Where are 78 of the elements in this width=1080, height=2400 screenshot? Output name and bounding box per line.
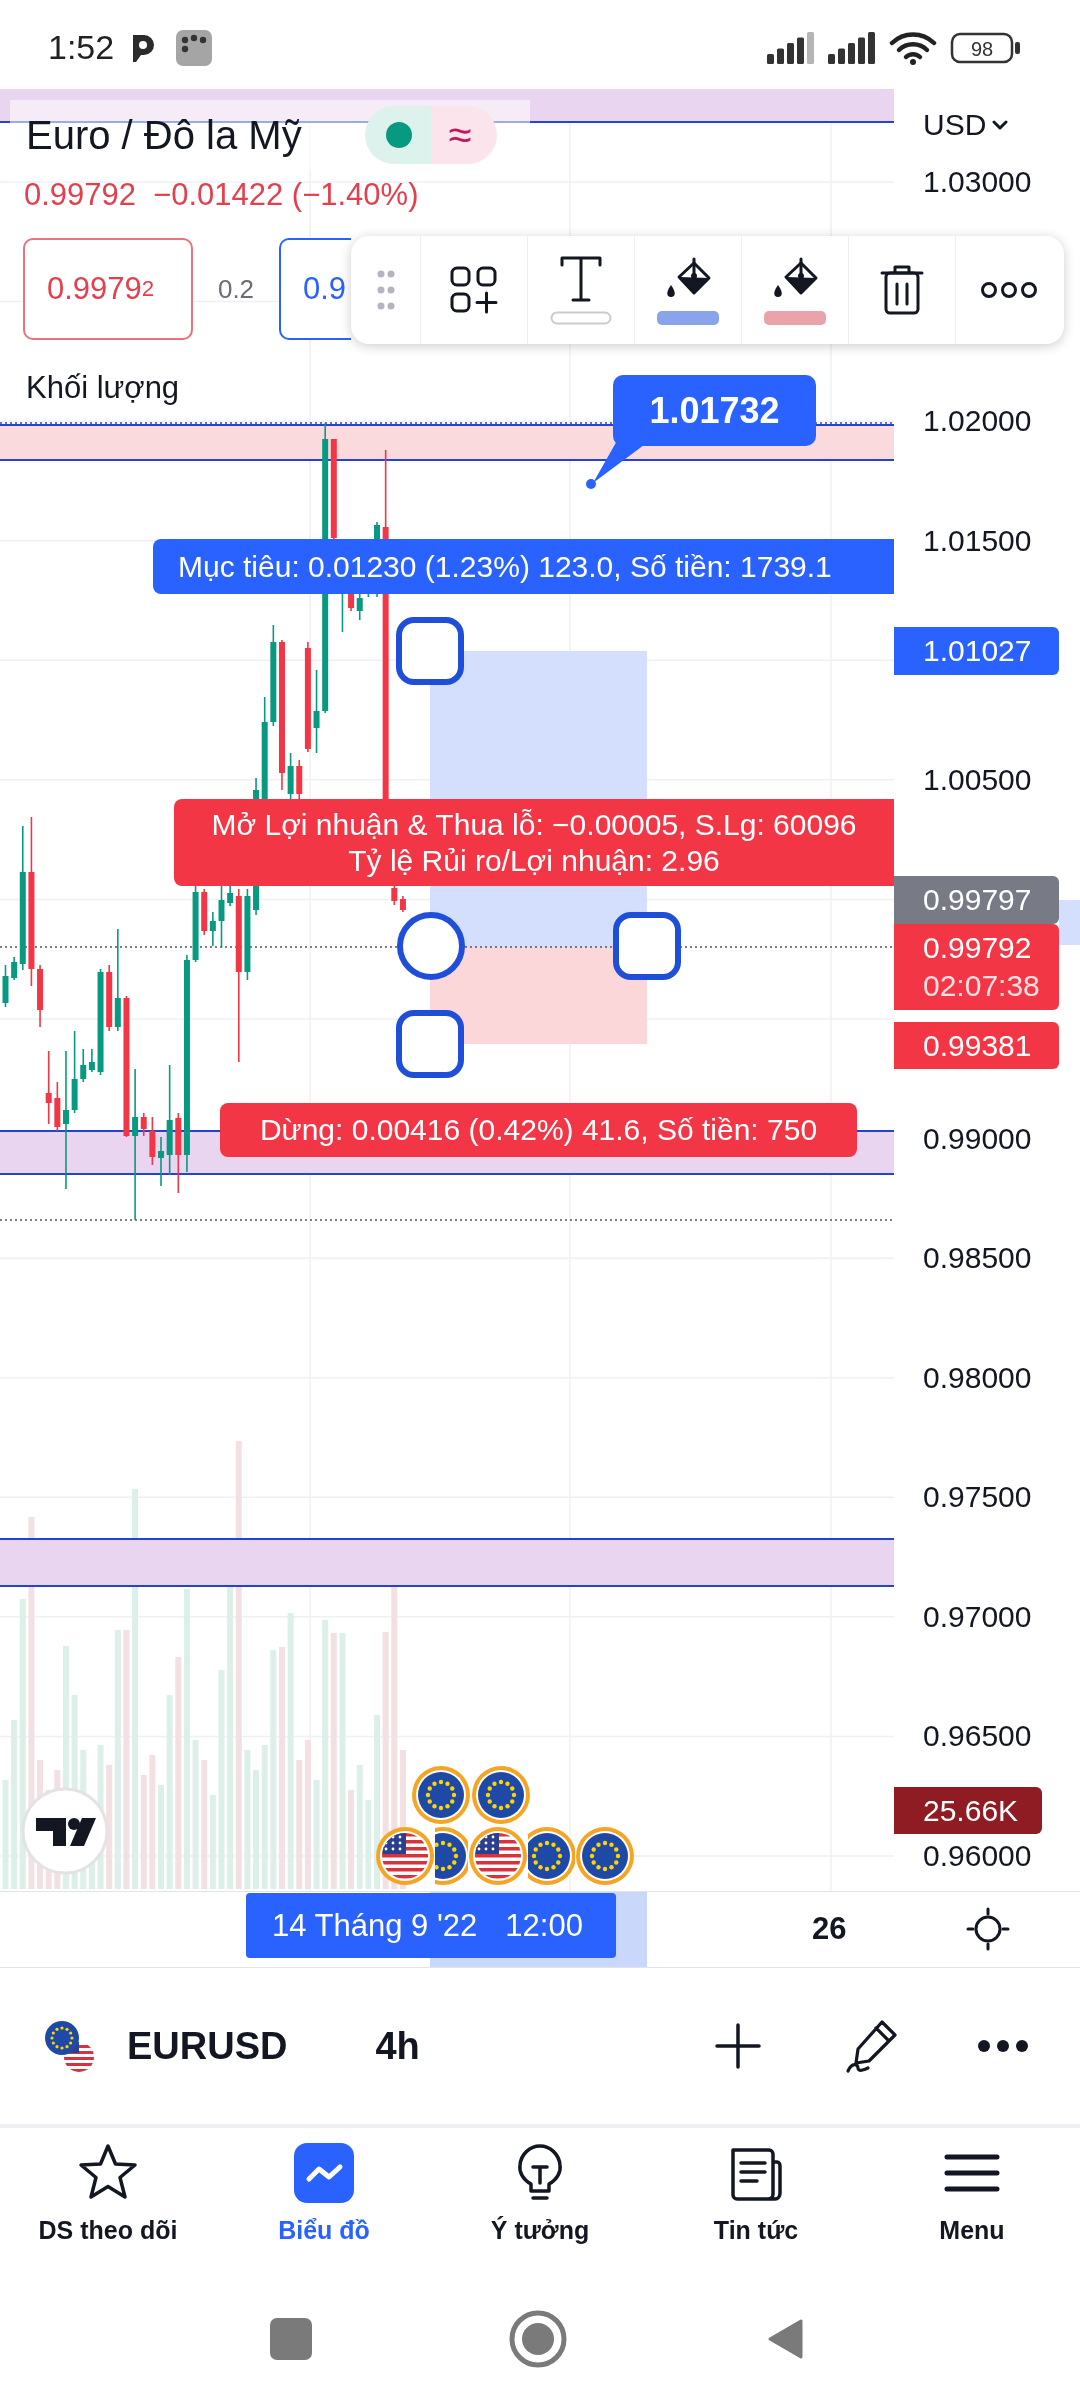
more-icon [980,281,1038,299]
crosshair-date: 14 Tháng 9 '22 [272,1907,478,1944]
us-flag-icon[interactable] [468,1826,528,1886]
eu-flag-icon[interactable] [528,1826,575,1886]
target-label: Mục tiêu: 0.01230 (1.23%) 123.0, Số tiền: 1739.1 [153,539,894,594]
stop-handle[interactable] [396,1010,464,1078]
last-price: 0.99792 [24,176,137,214]
risk-reward-text: Tỷ lệ Rủi ro/Lợi nhuận: 2.96 [348,842,720,879]
interval-button[interactable]: 4h [375,2024,420,2068]
price-axis-label: 0.99000 [923,1121,1032,1157]
entry-price-label: 0.99797 [894,876,1059,924]
signal-icon [828,31,876,64]
candle [54,1081,61,1132]
buy-button[interactable]: 0.9 [279,238,351,340]
currency-button[interactable]: USD [923,108,1009,142]
shapes-plus-icon [450,266,498,314]
more-icon[interactable] [977,2039,1029,2053]
spread-value: 0.2 [216,273,256,305]
eu-flag-icon[interactable] [435,1826,468,1886]
candle [149,1116,156,1166]
notification-icon [130,32,157,63]
symbol-title: Euro / Đô la Mỹ [26,112,302,158]
indicator-label: Khối lượng [26,371,180,405]
price-change: −0.01422 (−1.40%) [153,176,419,214]
time-axis-label: 26 [812,1911,847,1947]
candle [2,964,9,1008]
bar-countdown: 02:07:38 [923,968,1041,1004]
us-flag-icon[interactable] [375,1826,435,1886]
candle [218,885,225,949]
watchlist-tab[interactable]: DS theo dõi [0,2128,216,2278]
chart-tab[interactable]: Biểu đồ [216,2128,432,2278]
text-icon [559,255,603,303]
pencil-icon[interactable] [844,2018,900,2074]
target-handle[interactable] [396,617,464,685]
price-axis-label: 1.01500 [923,523,1032,559]
stop-label: Dừng: 0.00416 (0.42%) 41.6, Số tiền: 750 [220,1103,857,1157]
eu-flag-icon[interactable] [471,1765,531,1825]
eu-flag-icon[interactable] [575,1826,635,1886]
symbol-button[interactable]: EURUSD [127,2024,288,2068]
candle [37,964,44,1028]
ideas-tab[interactable]: Ý tưởng [432,2128,648,2278]
price-axis-label: 0.97000 [923,1599,1032,1635]
plus-icon[interactable] [714,2022,762,2070]
target-price-label: 1.01027 [894,627,1059,675]
recent-apps-icon[interactable] [269,2318,312,2360]
chart-icon [293,2142,355,2204]
price-axis-label: 1.03000 [923,164,1032,200]
price-axis-label: 0.98500 [923,1240,1032,1276]
candle [158,1136,164,1187]
status-time: 1:52 [48,28,115,67]
home-icon[interactable] [508,2310,567,2368]
app-icon [176,29,213,66]
open-pnl-text: Mở Lợi nhuận & Thua lỗ: −0.00005, S.Lg: 60096 [211,806,857,843]
price-axis-label: 1.00500 [923,762,1032,798]
menu-tab[interactable]: Menu [864,2128,1080,2278]
caret-icon [992,120,1009,130]
width-handle[interactable] [613,912,681,980]
crosshair-time: 12:00 [505,1907,583,1944]
trash-icon [879,264,925,316]
eu-flag-icon[interactable] [411,1765,471,1825]
wifi-icon [889,30,937,65]
status-symbol: ≈ [431,106,497,164]
signal-icon [767,31,815,64]
battery-indicator: 98 [950,31,1022,64]
sun-icon[interactable] [966,1907,1010,1951]
last-price-value: 0.99792 [923,930,1033,966]
price-axis-label: 0.96000 [923,1838,1032,1874]
grip-icon [376,270,395,310]
price-axis-label: 0.98000 [923,1360,1032,1396]
price-axis-label: 0.96500 [923,1718,1032,1754]
logo-icon[interactable] [21,1787,109,1875]
news-tab[interactable]: Tin tức [648,2128,864,2278]
volume-value-label: 25.66K [894,1787,1042,1834]
price-axis-label: 1.02000 [923,403,1032,439]
stop-price-label: 0.99381 [894,1022,1059,1069]
price-range-highlight [1059,900,1080,945]
color-swatch-icon [550,311,612,325]
price-axis-label: 0.97500 [923,1479,1032,1515]
